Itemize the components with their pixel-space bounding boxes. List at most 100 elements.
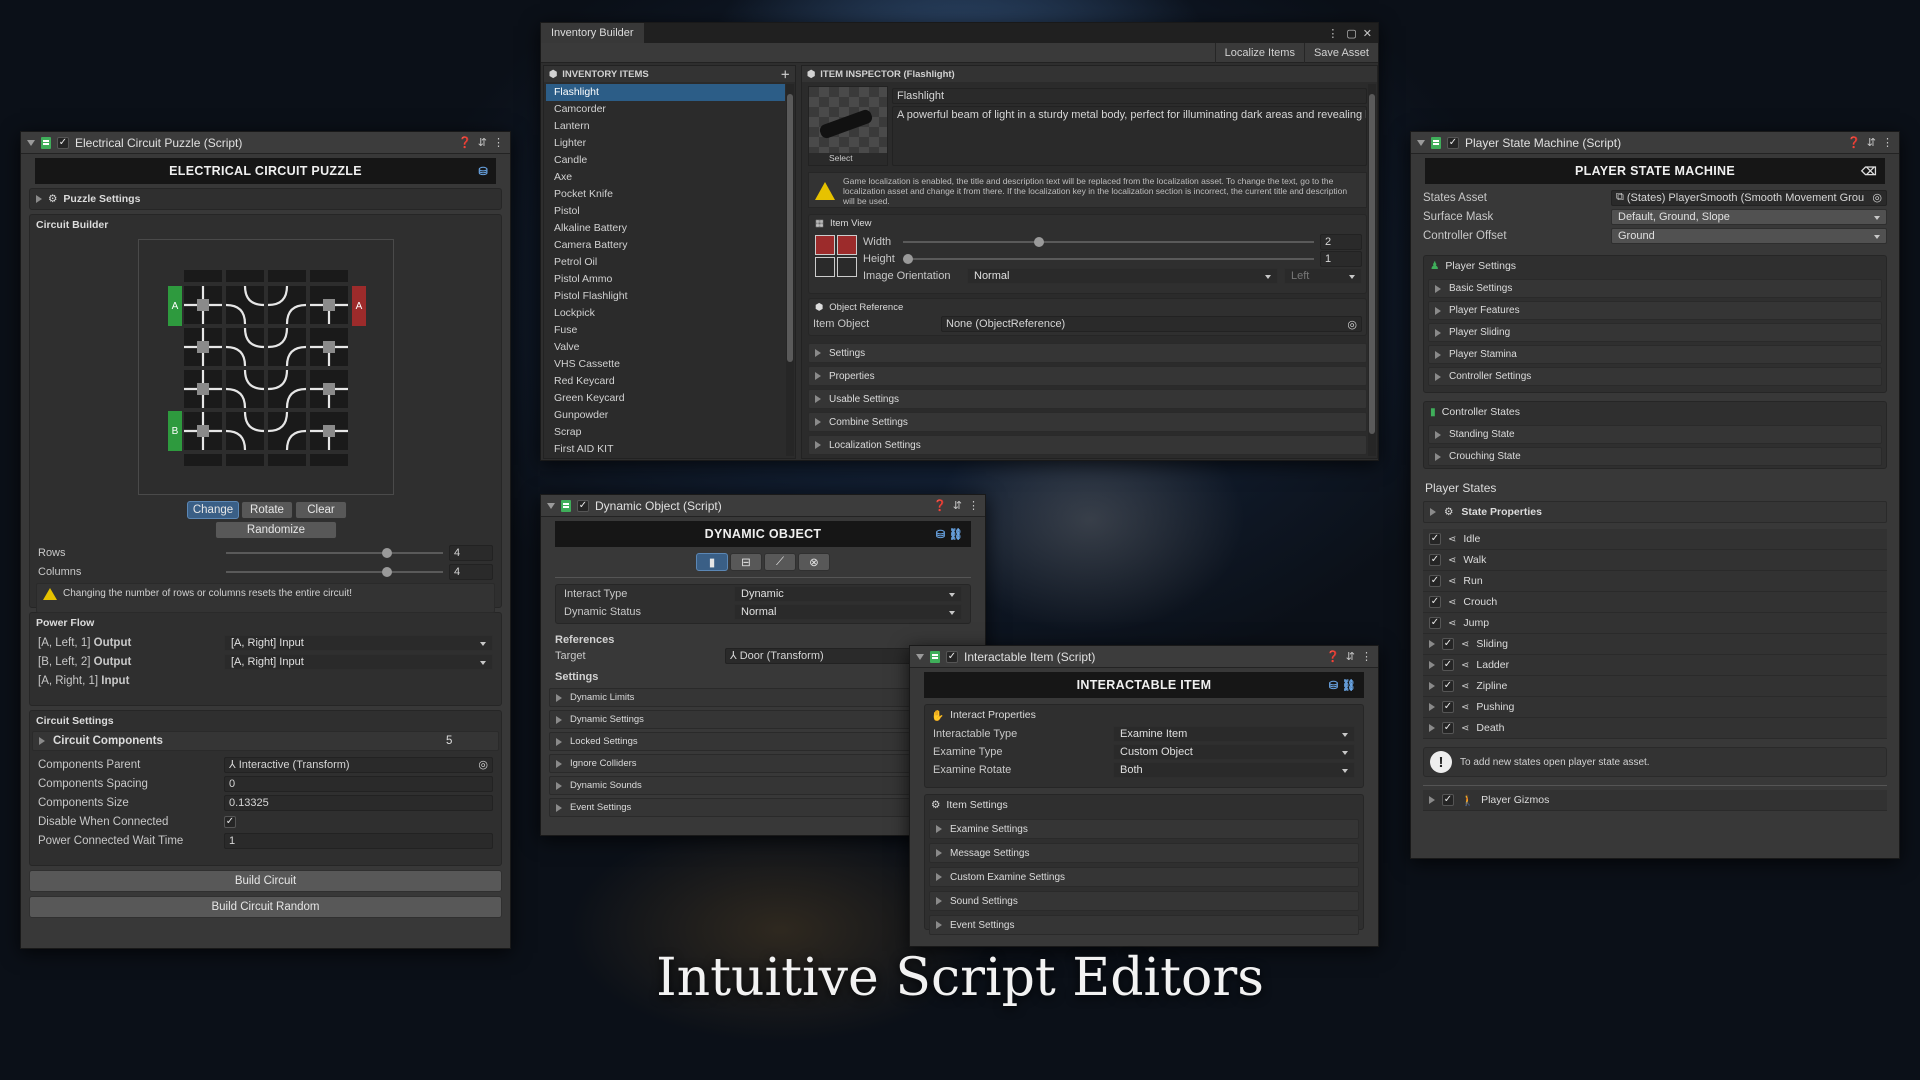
foldout-item[interactable]: Player Sliding (1428, 323, 1882, 342)
circuit-cell[interactable] (268, 286, 306, 324)
flow-target-dropdown[interactable]: [A, Right] Input (224, 653, 493, 670)
list-scrollbar[interactable] (786, 84, 794, 456)
foldout-item[interactable]: Controller Settings (1428, 367, 1882, 386)
player-state-row[interactable]: ✓ ⋖ Pushing (1423, 697, 1887, 718)
player-gizmos-row[interactable]: ✓ 🚶 Player Gizmos (1423, 790, 1887, 811)
foldout-item[interactable]: Localization Settings (808, 435, 1367, 455)
orientation-dropdown[interactable]: Normal (967, 267, 1278, 284)
clear-button[interactable]: Clear (295, 501, 347, 519)
edge-cell[interactable] (310, 454, 348, 466)
enabled-checkbox[interactable]: ✓ (1447, 136, 1459, 149)
state-properties-foldout[interactable]: ⚙ State Properties (1423, 501, 1887, 523)
foldout-item[interactable]: Custom Examine Settings (929, 867, 1359, 887)
size-cell[interactable] (815, 235, 835, 255)
edge-cell[interactable] (226, 454, 264, 466)
foldout-item[interactable]: Settings (808, 343, 1367, 363)
save-asset-button[interactable]: Save Asset (1303, 42, 1378, 63)
object-picker-icon[interactable]: ◎ (1872, 191, 1882, 204)
state-enabled-checkbox[interactable]: ✓ (1429, 533, 1441, 545)
foldout-item[interactable]: Basic Settings (1428, 279, 1882, 298)
inventory-list-item[interactable]: Petrol Oil (546, 254, 785, 271)
inventory-list-item[interactable]: Alkaline Battery (546, 220, 785, 237)
disable-connected-checkbox[interactable]: ✓ (224, 815, 236, 828)
valve-type-icon[interactable]: ⊗ (798, 553, 830, 571)
circuit-cell[interactable] (184, 412, 222, 450)
circuit-grid[interactable]: A B A (138, 239, 394, 495)
circuit-cell[interactable] (268, 412, 306, 450)
interact-type-dropdown[interactable]: Dynamic (734, 586, 962, 602)
door-type-icon[interactable]: ▮ (696, 553, 728, 571)
player-state-row[interactable]: ✓ ⋖ Jump (1423, 613, 1887, 634)
inventory-list-item[interactable]: Pistol (546, 203, 785, 220)
localize-items-button[interactable]: Localize Items (1214, 42, 1304, 63)
port-a-left[interactable]: A (168, 286, 182, 326)
state-enabled-checkbox[interactable]: ✓ (1429, 596, 1441, 608)
interactable-dropdown[interactable]: Both (1113, 762, 1355, 778)
inventory-list-item[interactable]: Pistol Ammo (546, 271, 785, 288)
item-object-field[interactable]: None (ObjectReference) ◎ (941, 316, 1362, 332)
columns-field[interactable]: 4 (449, 563, 493, 580)
database-icon[interactable]: ⛁ (478, 165, 488, 178)
inventory-list-item[interactable]: Green Keycard (546, 390, 785, 407)
database-icon[interactable]: ⛁ ⛓ (1329, 679, 1356, 692)
inventory-list-item[interactable]: Fuse (546, 322, 785, 339)
item-description-field[interactable]: A powerful beam of light in a sturdy met… (892, 106, 1367, 166)
circuit-field-input[interactable]: 0 (224, 775, 493, 792)
maximize-icon[interactable]: ▢ (1346, 27, 1356, 40)
rows-slider[interactable] (226, 545, 443, 561)
inventory-list-item[interactable]: Lantern (546, 118, 785, 135)
state-enabled-checkbox[interactable]: ✓ (1429, 617, 1441, 629)
size-cell[interactable] (815, 257, 835, 277)
flow-target-dropdown[interactable]: [A, Right] Input (224, 634, 493, 651)
edge-cell[interactable] (184, 270, 222, 282)
collapse-triangle-icon[interactable] (916, 653, 924, 660)
foldout-item[interactable]: Player Stamina (1428, 345, 1882, 364)
foldout-item[interactable]: Standing State (1428, 425, 1882, 444)
foldout-item[interactable]: Usable Settings (808, 389, 1367, 409)
inventory-list-item[interactable]: VHS Cassette (546, 356, 785, 373)
preset-icon[interactable]: ⇵ (1346, 650, 1355, 663)
edge-cell[interactable] (226, 270, 264, 282)
circuit-cell[interactable] (310, 412, 348, 450)
inventory-list-item[interactable]: Lighter (546, 135, 785, 152)
edge-cell[interactable] (184, 454, 222, 466)
player-state-row[interactable]: ✓ ⋖ Run (1423, 571, 1887, 592)
state-enabled-checkbox[interactable]: ✓ (1442, 701, 1454, 713)
circuit-cell[interactable] (268, 328, 306, 366)
inventory-list-item[interactable]: Scrap (546, 424, 785, 441)
more-menu-icon[interactable]: ⋮ (1327, 27, 1338, 40)
state-enabled-checkbox[interactable]: ✓ (1442, 638, 1454, 650)
rotate-button[interactable]: Rotate (241, 501, 293, 519)
inventory-list-item[interactable]: Candle (546, 152, 785, 169)
randomize-button[interactable]: Randomize (215, 521, 337, 539)
height-slider[interactable] (903, 251, 1314, 267)
player-state-row[interactable]: ✓ ⋖ Sliding (1423, 634, 1887, 655)
foldout-item[interactable]: Player Features (1428, 301, 1882, 320)
foldout-item[interactable]: Properties (808, 366, 1367, 386)
player-state-row[interactable]: ✓ ⋖ Crouch (1423, 592, 1887, 613)
object-picker-icon[interactable]: ◎ (1347, 318, 1357, 331)
change-button[interactable]: Change (187, 501, 239, 519)
dynamic-status-dropdown[interactable]: Normal (734, 604, 962, 620)
circuit-cell[interactable] (268, 370, 306, 408)
build-circuit-button[interactable]: Build Circuit (29, 870, 502, 892)
more-menu-icon[interactable]: ⋮ (493, 136, 504, 149)
preset-icon[interactable]: ⇵ (1867, 136, 1876, 149)
inventory-list-item[interactable]: Flashlight (546, 84, 785, 101)
height-field[interactable]: 1 (1320, 250, 1362, 267)
add-item-icon[interactable]: ＋ (780, 67, 790, 81)
player-field-input[interactable]: Ground (1611, 227, 1887, 244)
player-field-input[interactable]: Default, Ground, Slope (1611, 208, 1887, 225)
select-label[interactable]: Select (809, 153, 887, 165)
edge-cell[interactable] (268, 270, 306, 282)
foldout-item[interactable]: Event Settings (929, 915, 1359, 935)
gizmos-checkbox[interactable]: ✓ (1442, 794, 1454, 806)
player-state-row[interactable]: ✓ ⋖ Ladder (1423, 655, 1887, 676)
help-icon[interactable]: ❓ (1847, 136, 1861, 149)
orientation-side-dropdown[interactable]: Left (1284, 267, 1362, 284)
player-state-row[interactable]: ✓ ⋖ Death (1423, 718, 1887, 739)
more-menu-icon[interactable]: ⋮ (1361, 650, 1372, 663)
inventory-list-item[interactable]: First AID KIT (546, 441, 785, 456)
size-cell[interactable] (837, 257, 857, 277)
circuit-cell[interactable] (310, 328, 348, 366)
